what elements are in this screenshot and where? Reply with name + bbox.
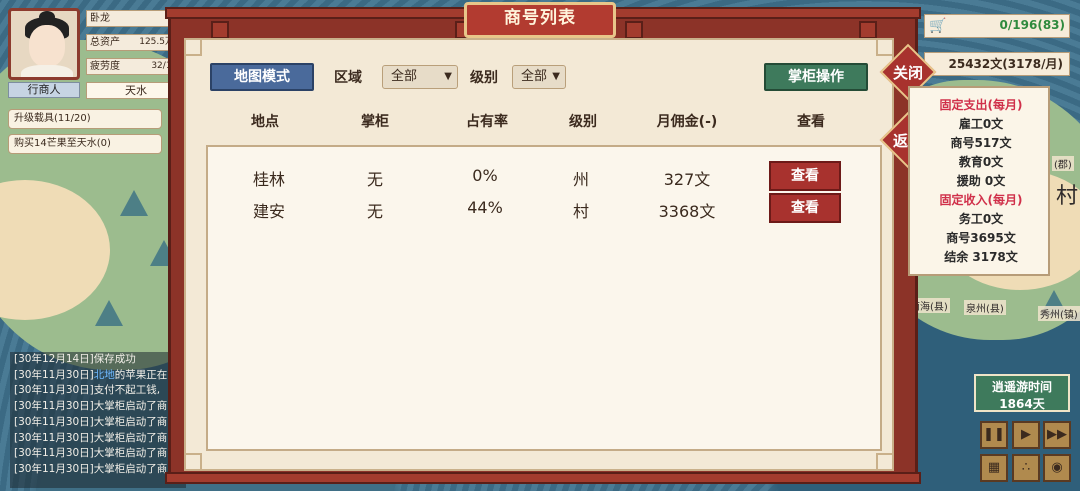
close-button[interactable]: 关闭 <box>878 62 938 83</box>
cell-level: 州 <box>572 170 589 189</box>
column-header-commission: 月佣金(-) <box>656 114 718 130</box>
log-line: [30年11月30日]大掌柜启动了商 <box>10 462 186 478</box>
travel-time-value: 1864天 <box>999 397 1045 411</box>
paper-corner <box>876 38 894 56</box>
dialog-title: 商号列表 <box>504 8 576 28</box>
log-text: [30年11月30日]支付不起工钱, <box>14 384 161 397</box>
region-label: 区域 <box>334 70 362 86</box>
travel-time-label: 逍遥游时间 <box>991 380 1052 394</box>
log-highlight: 北地 <box>93 368 115 381</box>
fixed-expense-title: 固定支出(每月) <box>939 98 1023 112</box>
column-header-level: 级别 <box>569 114 597 130</box>
log-text: [30年11月30日]大掌柜启动了商 <box>14 462 168 475</box>
log-text: 的苹果正在 <box>114 368 168 381</box>
cell-place: 建安 <box>252 202 285 221</box>
map-icon[interactable]: ▦ <box>980 454 1008 482</box>
manager-ops-button[interactable]: 掌柜操作 <box>764 63 868 91</box>
chevron-down-icon: ▼ <box>444 71 452 82</box>
money-display: 25432文(3178/月) <box>924 52 1070 76</box>
view-button[interactable]: 查看 <box>769 161 841 191</box>
frame-post <box>625 21 643 39</box>
avatar-face <box>29 25 65 67</box>
log-line: [30年12月14日]保存成功 <box>10 352 186 368</box>
pause-icon[interactable]: ❚❚ <box>980 421 1008 449</box>
log-line: [30年11月30日]大掌柜启动了商 <box>10 446 186 462</box>
paper-corner <box>876 453 894 471</box>
map-mode-button[interactable]: 地图模式 <box>210 63 314 91</box>
play-icon[interactable]: ▶ <box>1012 421 1040 449</box>
avatar-body <box>21 65 73 77</box>
avatar-bun <box>39 11 55 23</box>
shop-expense: 商号517文 <box>950 136 1012 150</box>
assets-label: 总资产 <box>90 37 120 48</box>
cell-commission: 327文 <box>663 170 711 189</box>
quest-upgrade-vehicle[interactable]: 升级载具(11/20) <box>8 109 162 129</box>
column-header-place: 地点 <box>251 114 279 130</box>
aid-expense: 援助 0文 <box>956 174 1006 188</box>
level-select[interactable]: 全部 ▼ <box>512 65 566 89</box>
frame-post <box>211 21 229 39</box>
log-text: [30年11月30日] <box>14 368 94 381</box>
cart-icon: 🛒 <box>929 18 947 34</box>
column-header-share: 占有率 <box>466 114 508 130</box>
player-name: 卧龙 <box>90 13 110 24</box>
player-role: 行商人 <box>8 82 80 98</box>
cargo-capacity-value: 0/196(83) <box>999 18 1065 32</box>
log-line: [30年11月30日]北地的苹果正在 <box>10 368 186 384</box>
cell-manager: 无 <box>366 202 383 221</box>
cell-manager: 无 <box>366 170 383 189</box>
log-line: [30年11月30日]大掌柜启动了商 <box>10 431 186 447</box>
chevron-down-icon: ▼ <box>552 71 560 82</box>
avatar[interactable] <box>8 8 80 80</box>
log-text: [30年11月30日]大掌柜启动了商 <box>14 400 168 413</box>
fast-forward-icon[interactable]: ▶▶ <box>1043 421 1071 449</box>
paper-corner <box>184 38 202 56</box>
frame-beam-bottom <box>165 472 921 484</box>
cell-place: 桂林 <box>252 170 285 189</box>
quest-buy-mango[interactable]: 购买14芒果至天水(0) <box>8 134 162 154</box>
region-select-value: 全部 <box>391 69 418 84</box>
log-line: [30年11月30日]大掌柜启动了商 <box>10 415 186 431</box>
mountain <box>95 300 123 326</box>
cell-share: 0% <box>472 166 498 185</box>
travel-time: 逍遥游时间 1864天 <box>974 374 1070 412</box>
footprints-icon[interactable]: ∴ <box>1012 454 1040 482</box>
work-income: 务工0文 <box>958 212 1004 226</box>
log-text: [30年11月30日]大掌柜启动了商 <box>14 415 168 428</box>
education-expense: 教育0文 <box>958 155 1004 169</box>
frame-post <box>859 21 877 39</box>
map-label[interactable]: 秀州(镇) <box>1038 306 1080 321</box>
log-line: [30年11月30日]支付不起工钱, <box>10 383 186 399</box>
player-panel: 行商人 卧龙 40 总资产 125.5万文 疲劳度 32/100 天水 <box>4 6 186 99</box>
mountain <box>120 190 148 216</box>
view-button[interactable]: 查看 <box>769 193 841 223</box>
log-text: [30年11月30日]大掌柜启动了商 <box>14 431 168 444</box>
location-pin-icon[interactable]: ◉ <box>1043 454 1071 482</box>
employee-expense: 雇工0文 <box>958 117 1004 131</box>
paper-corner <box>184 453 202 471</box>
fixed-income-title: 固定收入(每月) <box>939 193 1023 207</box>
map-label[interactable]: (郡) <box>1052 156 1074 171</box>
cell-commission: 3368文 <box>658 202 716 221</box>
shop-income: 商号3695文 <box>946 231 1016 245</box>
cell-share: 44% <box>467 198 503 217</box>
map-label[interactable]: 泉州(县) <box>964 300 1006 315</box>
log-line: [30年11月30日]大掌柜启动了商 <box>10 399 186 415</box>
fatigue-label: 疲劳度 <box>90 61 120 72</box>
map-label[interactable]: 村 <box>1054 178 1080 210</box>
column-header-view: 查看 <box>797 114 825 130</box>
level-select-value: 全部 <box>521 69 548 84</box>
cargo-capacity: 🛒 0/196(83) <box>924 14 1070 38</box>
region-select[interactable]: 全部 ▼ <box>382 65 458 89</box>
log-text: [30年11月30日]大掌柜启动了商 <box>14 447 168 460</box>
event-log[interactable]: [30年12月14日]保存成功 [30年11月30日]北地的苹果正在 [30年1… <box>10 352 186 488</box>
column-header-manager: 掌柜 <box>361 114 389 130</box>
finance-ledger: 固定支出(每月) 雇工0文 商号517文 教育0文 援助 0文 固定收入(每月)… <box>908 86 1050 276</box>
level-label: 级别 <box>470 70 498 86</box>
cell-level: 村 <box>572 202 589 221</box>
log-text: [30年12月14日]保存成功 <box>14 353 136 365</box>
balance: 结余 3178文 <box>944 250 1018 264</box>
